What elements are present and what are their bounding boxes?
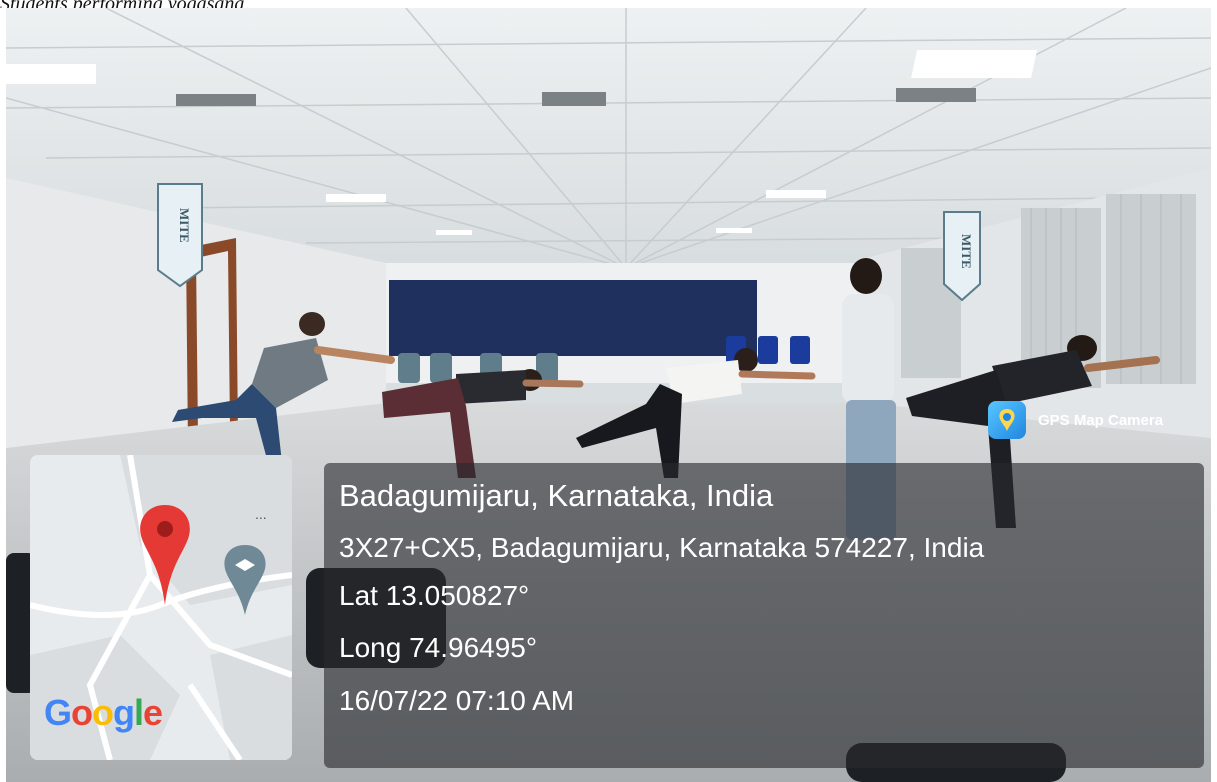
mite-banner-text: MITE [177, 208, 192, 243]
longitude-value: Long 74.96495° [339, 632, 538, 663]
gps-map-camera-icon [988, 401, 1026, 439]
address-line: 3X27+CX5, Badagumijaru, Karnataka 574227… [339, 532, 985, 563]
google-logo: Google [44, 692, 163, 733]
latitude-value: Lat 13.050827° [339, 580, 530, 611]
datetime-value: 16/07/22 07:10 AM [339, 685, 575, 716]
app-name: GPS Map Camera [1038, 411, 1164, 429]
map-more-icon: ... [255, 506, 267, 522]
place-title: Badagumijaru, Karnataka, India [339, 478, 774, 513]
app-badge: GPS Map Camera [988, 398, 1163, 442]
photo-caption: Students performing yogasana [0, 0, 1217, 8]
mite-banner-text: MITE [959, 234, 974, 269]
